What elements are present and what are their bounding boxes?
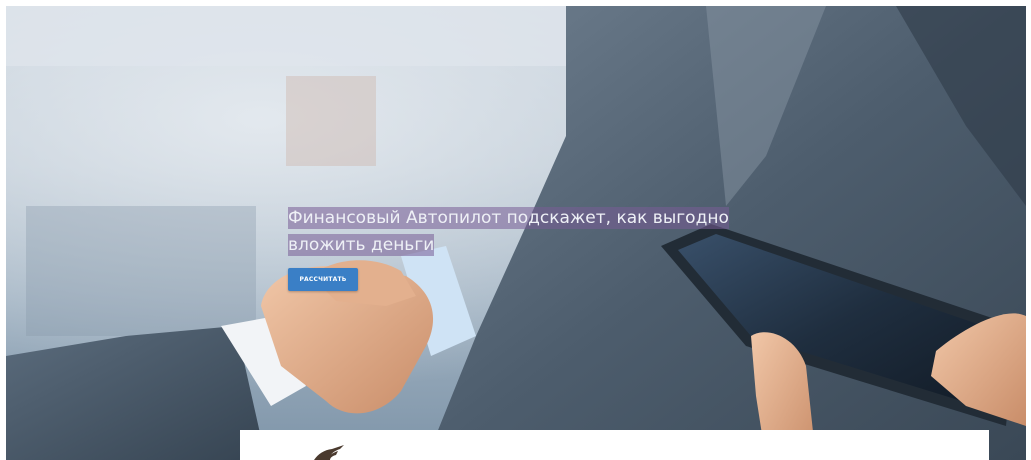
hero-text-block: Финансовый Автопилот подскажет, как выго…: [288, 205, 748, 259]
hero-banner: Финансовый Автопилот подскажет, как выго…: [6, 6, 1026, 460]
landing-page: Финансовый Автопилот подскажет, как выго…: [0, 0, 1031, 460]
calculate-button[interactable]: РАССЧИТАТЬ: [288, 268, 358, 291]
content-panel: [240, 430, 989, 460]
brand-logo-icon: [314, 445, 344, 460]
hero-headline: Финансовый Автопилот подскажет, как выго…: [288, 207, 729, 256]
